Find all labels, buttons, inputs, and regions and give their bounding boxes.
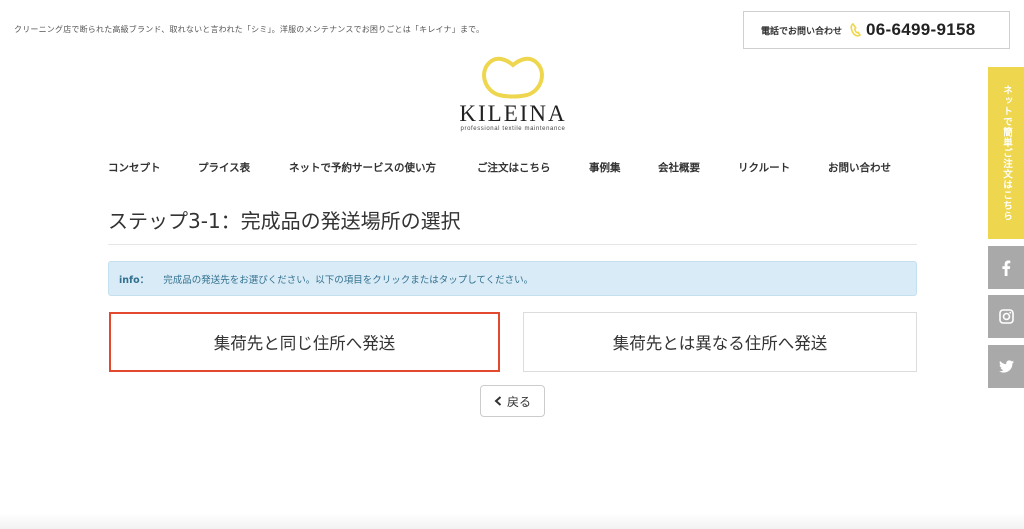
nav-item-recruit[interactable]: リクルート — [738, 160, 790, 175]
page-bottom-edge — [0, 513, 1024, 529]
twitter-link[interactable] — [988, 345, 1024, 388]
facebook-link[interactable] — [988, 246, 1024, 289]
phone-contact[interactable]: 電話でお問い合わせ 06-6499-9158 — [743, 11, 1010, 49]
nav-item-order[interactable]: ご注文はこちら — [477, 160, 551, 175]
site-logo[interactable]: KILEINA professional textile maintenance — [455, 55, 571, 140]
info-text: 完成品の発送先をお選びください。以下の項目をクリックまたはタップしてください。 — [163, 274, 534, 286]
info-label: info： — [119, 274, 150, 286]
main-nav: コンセプト プライス表 ネットで予約サービスの使い方 ご注文はこちら 事例集 会… — [0, 160, 1024, 174]
phone-number: 06-6499-9158 — [866, 20, 976, 39]
logo-mark-icon — [482, 56, 544, 99]
nav-item-contact[interactable]: お問い合わせ — [828, 160, 891, 175]
same-address-option-button[interactable]: 集荷先と同じ住所へ発送 — [109, 312, 500, 372]
nav-item-case-studies[interactable]: 事例集 — [589, 160, 621, 175]
phone-label: 電話でお問い合わせ — [761, 26, 843, 37]
nav-item-company[interactable]: 会社概要 — [658, 160, 700, 175]
chevron-left-icon — [494, 396, 502, 406]
back-label: 戻る — [506, 394, 531, 409]
different-address-option-button[interactable]: 集荷先とは異なる住所へ発送 — [523, 312, 917, 372]
nav-item-concept[interactable]: コンセプト — [108, 160, 161, 175]
title-divider — [108, 244, 917, 245]
nav-item-how-to-use[interactable]: ネットで予約サービスの使い方 — [289, 160, 436, 175]
page-title: ステップ3-1：完成品の発送場所の選択 — [108, 209, 461, 233]
logo-subtext: professional textile maintenance — [460, 126, 566, 132]
order-cta-label: ネットで簡単ご注文はこちら — [1001, 84, 1012, 222]
instagram-icon — [998, 309, 1014, 324]
back-button[interactable]: 戻る — [480, 385, 545, 417]
instagram-link[interactable] — [988, 295, 1024, 338]
order-cta-tab[interactable]: ネットで簡単ご注文はこちら — [988, 67, 1024, 239]
info-alert: info： 完成品の発送先をお選びください。以下の項目をクリックまたはタップして… — [108, 261, 917, 296]
nav-item-price-list[interactable]: プライス表 — [198, 160, 250, 175]
site-tagline: クリーニング店で断られた高級ブランド、取れないと言われた「シミ」。洋服のメンテナ… — [14, 25, 485, 34]
facebook-icon — [1002, 260, 1011, 276]
phone-icon — [850, 23, 862, 37]
logo-wordmark: KILEINA — [459, 101, 567, 126]
twitter-icon — [998, 360, 1014, 373]
